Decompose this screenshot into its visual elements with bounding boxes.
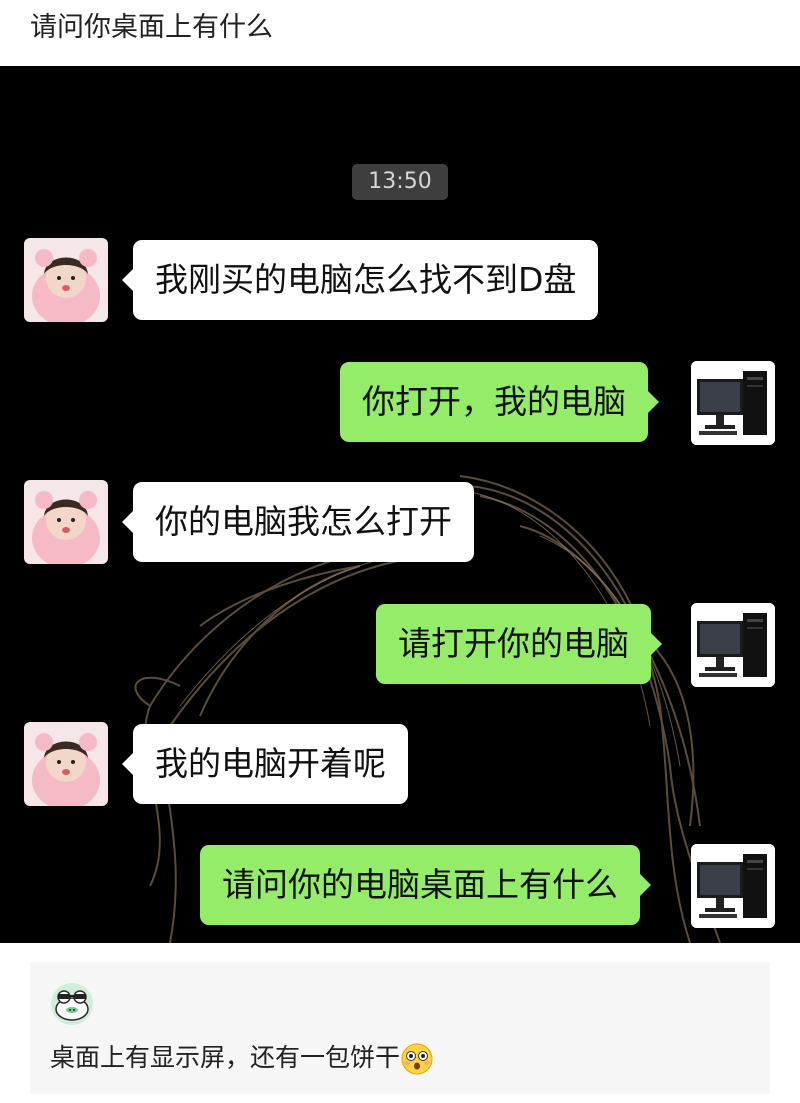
computer-avatar-icon [691,361,775,445]
girl-avatar-icon [24,722,108,806]
timestamp-badge: 13:50 [352,164,448,200]
girl-avatar[interactable] [24,480,108,564]
girl-avatar[interactable] [24,722,108,806]
message-bubble-incoming[interactable]: 我刚买的电脑怎么找不到D盘 [121,240,599,320]
girl-avatar-icon [24,480,108,564]
commenter-avatar[interactable] [50,982,94,1026]
message-bubble-outgoing[interactable]: 请问你的电脑桌面上有什么 [200,845,651,925]
message-bubble-incoming[interactable]: 我的电脑开着呢 [122,724,408,804]
post-title: 请问你桌面上有什么 [30,12,273,43]
girl-avatar-icon [24,238,108,322]
computer-avatar[interactable] [691,844,775,928]
computer-avatar[interactable] [691,361,775,445]
flushed-face-emoji-icon [401,1043,433,1075]
girl-avatar[interactable] [24,238,108,322]
frog-avatar-icon [51,983,93,1025]
comment-text: 桌面上有显示屏，还有一包饼干 [50,1043,401,1072]
computer-avatar[interactable] [691,603,775,687]
comment-text-row: 桌面上有显示屏，还有一包饼干 [50,1040,434,1076]
comment-card: 桌面上有显示屏，还有一包饼干 [30,962,770,1094]
message-bubble-outgoing[interactable]: 你打开，我的电脑 [340,362,659,442]
chat-screenshot: 13:50 我刚买的电脑怎么找不到D盘 你打开，我的电脑 你的电脑我怎么打开 请… [0,66,800,943]
message-bubble-outgoing[interactable]: 请打开你的电脑 [376,604,662,684]
computer-avatar-icon [691,844,775,928]
computer-avatar-icon [691,603,775,687]
message-bubble-incoming[interactable]: 你的电脑我怎么打开 [122,482,474,562]
